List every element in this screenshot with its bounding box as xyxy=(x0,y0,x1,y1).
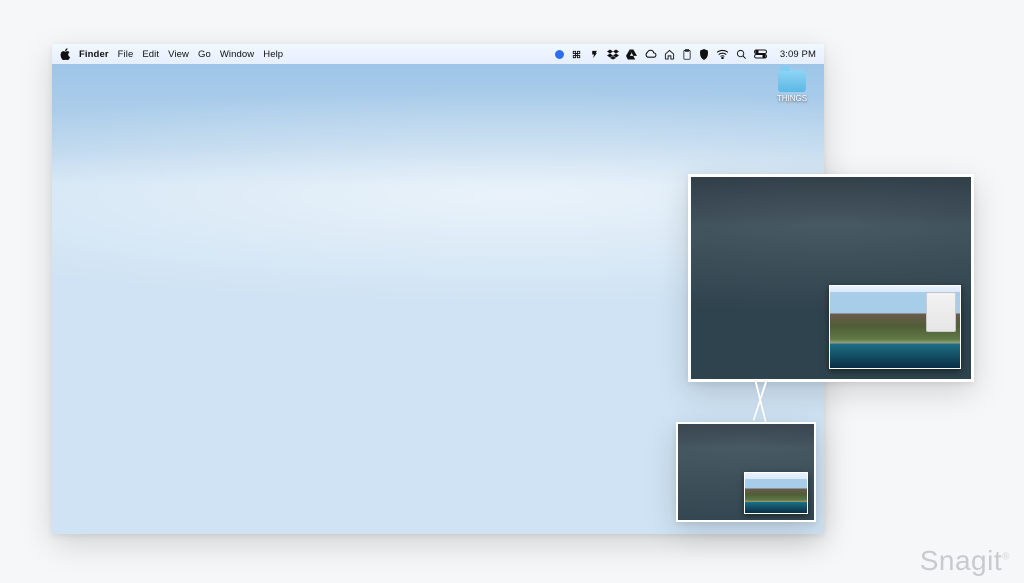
menubar-item-edit[interactable]: Edit xyxy=(142,49,159,60)
recursive-preview-large xyxy=(688,174,974,382)
menubar-clock[interactable]: 3:09 PM xyxy=(780,49,816,60)
nested-screenshot xyxy=(829,285,961,369)
cloud-icon[interactable] xyxy=(644,49,657,60)
mini-wallpaper xyxy=(745,479,807,513)
clipboard-icon[interactable] xyxy=(682,49,692,60)
apple-menu-icon[interactable] xyxy=(60,48,70,60)
brand-registered-mark: ® xyxy=(1002,552,1010,563)
brand-watermark: Snagit® xyxy=(920,545,1010,577)
shield-icon[interactable] xyxy=(699,49,709,60)
macos-menubar: Finder File Edit View Go Window Help xyxy=(52,44,824,64)
desktop-folder[interactable]: THINGS xyxy=(772,70,812,103)
menubar-app-name[interactable]: Finder xyxy=(79,49,109,60)
menubar-status-area: 3:09 PM xyxy=(555,49,816,60)
home-icon[interactable] xyxy=(664,49,675,60)
brand-name: Snagit xyxy=(920,545,1002,576)
folder-icon xyxy=(778,70,806,92)
menubar-item-view[interactable]: View xyxy=(168,49,189,60)
menubar-item-help[interactable]: Help xyxy=(263,49,283,60)
recursive-preview-small xyxy=(676,422,816,522)
search-icon[interactable] xyxy=(736,49,747,60)
snagit-icon[interactable] xyxy=(589,49,600,60)
google-drive-icon[interactable] xyxy=(626,49,637,60)
dropbox-icon[interactable] xyxy=(607,49,619,60)
puzzle-icon[interactable] xyxy=(571,49,582,60)
menubar-item-window[interactable]: Window xyxy=(220,49,254,60)
control-center-icon[interactable] xyxy=(754,49,767,59)
menubar-item-file[interactable]: File xyxy=(118,49,134,60)
wifi-icon[interactable] xyxy=(716,49,729,59)
nested-screenshot xyxy=(744,472,808,514)
mini-context-menu xyxy=(926,292,956,332)
menubar-item-go[interactable]: Go xyxy=(198,49,211,60)
desktop-folder-label: THINGS xyxy=(777,94,807,103)
status-dot-icon[interactable] xyxy=(555,50,564,59)
